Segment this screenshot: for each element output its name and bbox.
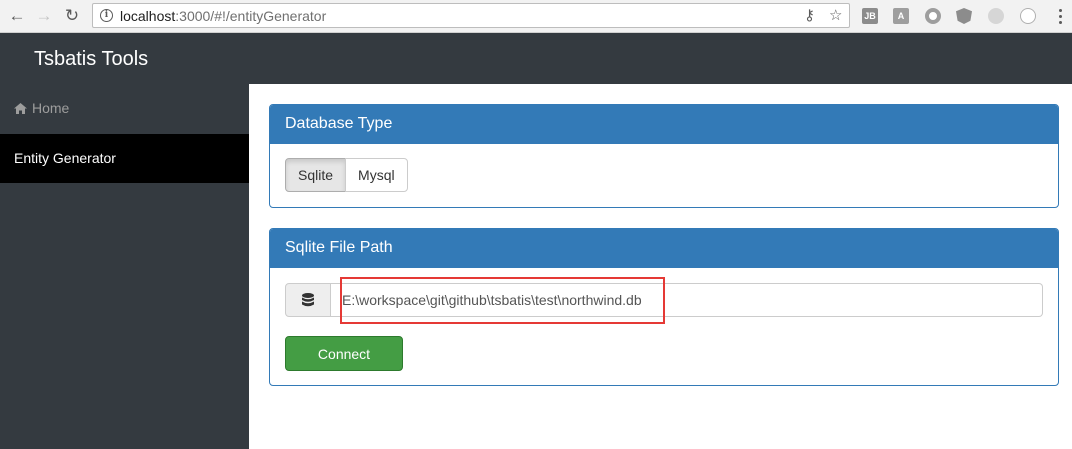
mysql-button[interactable]: Mysql [345,158,408,192]
extension-leaf-icon[interactable] [988,8,1004,24]
file-path-input-group [285,283,1043,317]
sqlite-button[interactable]: Sqlite [285,158,347,192]
sidebar-item-entity-generator[interactable]: Entity Generator [0,134,249,183]
extension-jb-icon[interactable]: JB [862,8,878,24]
database-type-panel: Database Type Sqlite Mysql [269,104,1059,208]
panel-title: Database Type [270,105,1058,144]
extension-a-icon[interactable]: A [893,8,909,24]
reload-icon[interactable]: ↻ [61,5,83,27]
key-icon[interactable]: ⚷ [804,6,815,24]
url-text[interactable]: localhost:3000/#!/entityGenerator [120,8,326,24]
database-type-toggle: Sqlite Mysql [285,158,408,192]
sidebar-item-home[interactable]: Home [0,84,249,133]
forward-arrow-icon[interactable]: → [33,5,55,27]
address-bar[interactable]: i localhost:3000/#!/entityGenerator ⚷ ☆ [92,3,850,28]
database-icon [302,293,314,307]
app-brand[interactable]: Tsbatis Tools [34,48,148,71]
sidebar-item-label: Entity Generator [14,150,116,166]
app-header: Tsbatis Tools [0,33,1072,84]
connect-button[interactable]: Connect [285,336,403,371]
panel-title: Sqlite File Path [270,229,1058,268]
extension-bracket-icon[interactable] [1020,8,1036,24]
browser-toolbar: ← → ↻ i localhost:3000/#!/entityGenerato… [0,0,1072,33]
sidebar: Home Entity Generator [0,84,249,449]
file-path-input[interactable] [331,283,1043,317]
info-icon[interactable]: i [100,9,113,22]
star-icon[interactable]: ☆ [829,6,842,24]
database-addon [285,283,331,317]
extension-circle-icon[interactable] [925,8,941,24]
main-content: Database Type Sqlite Mysql Sqlite File P… [249,84,1072,449]
sidebar-item-label: Home [32,100,70,116]
sqlite-file-path-panel: Sqlite File Path Connect [269,228,1059,386]
back-arrow-icon[interactable]: ← [6,5,28,27]
angular-extension-icon[interactable] [956,8,972,24]
browser-menu-icon[interactable] [1054,6,1066,28]
home-icon [14,103,27,114]
